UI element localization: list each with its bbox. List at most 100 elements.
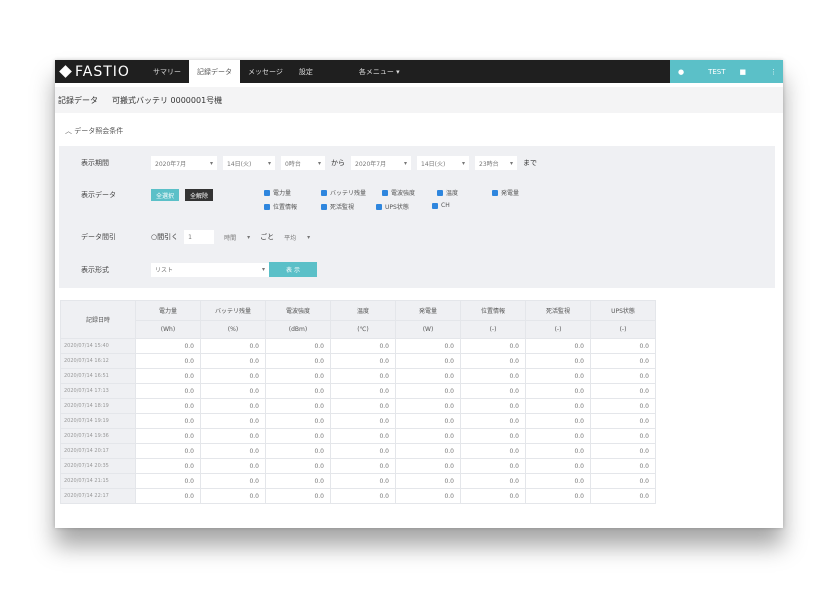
- cell-value: 0.0: [525, 398, 591, 414]
- checkbox-signal[interactable]: 電波強度: [382, 188, 415, 197]
- column-header[interactable]: バッテリ残量: [200, 300, 266, 321]
- interval-unit-select[interactable]: 時間 ▾: [220, 230, 254, 244]
- interval-checkbox[interactable]: ○間引く: [151, 232, 178, 242]
- cell-value: 0.0: [590, 338, 656, 354]
- nav-messages[interactable]: メッセージ: [240, 60, 291, 83]
- checkbox-temp[interactable]: 温度: [437, 188, 458, 197]
- cell-value: 0.0: [395, 338, 461, 354]
- time-header[interactable]: 記録日時: [60, 300, 136, 339]
- page-title: 記録データ 可搬式バッテリ 0000001号機: [55, 87, 783, 113]
- cell-value: 0.0: [525, 473, 591, 489]
- nav-records[interactable]: 記録データ: [189, 60, 240, 83]
- cell-value: 0.0: [525, 458, 591, 474]
- to-month: 2020年7月: [355, 160, 387, 168]
- cell-value: 0.0: [265, 428, 331, 444]
- logo-text: FASTIO: [75, 63, 130, 80]
- cell-value: 0.0: [330, 428, 396, 444]
- user-name[interactable]: TEST: [708, 68, 725, 76]
- logout-icon[interactable]: ■: [740, 68, 747, 76]
- row-time: 2020/07/14 15:40: [60, 338, 136, 354]
- interval-method-select[interactable]: 平均 ▾: [280, 230, 314, 244]
- table-row: 2020/07/14 19:36 0.0 0.0 0.0 0.0 0.0 0.0 0.0 0.0: [60, 428, 656, 444]
- checkbox-location[interactable]: 位置情報: [264, 202, 297, 211]
- checkbox-power[interactable]: 電力量: [264, 188, 291, 197]
- checkbox-ups[interactable]: UPS状態: [376, 202, 409, 211]
- column-header[interactable]: 位置情報: [460, 300, 526, 321]
- row-time: 2020/07/14 16:12: [60, 353, 136, 369]
- logo[interactable]: FASTIO: [55, 60, 145, 83]
- checkbox-alive[interactable]: 死活監視: [321, 202, 354, 211]
- column-unit: (dBm): [265, 320, 331, 339]
- cell-value: 0.0: [330, 458, 396, 474]
- interval-check-label: 間引く: [157, 233, 179, 241]
- table-row: 2020/07/14 19:19 0.0 0.0 0.0 0.0 0.0 0.0 0.0 0.0: [60, 413, 656, 429]
- format-value: リスト: [155, 267, 174, 274]
- column-header[interactable]: UPS状態: [590, 300, 656, 321]
- cell-value: 0.0: [330, 398, 396, 414]
- cell-value: 0.0: [135, 383, 201, 399]
- interval-value-input[interactable]: 1: [184, 230, 215, 244]
- cell-value: 0.0: [330, 413, 396, 429]
- from-day: 14日(火): [227, 160, 252, 168]
- format-select[interactable]: リスト ▾: [151, 262, 269, 277]
- from-day-select[interactable]: 14日(火) ▾: [223, 156, 275, 170]
- cell-value: 0.0: [460, 383, 526, 399]
- checkbox-ch[interactable]: CH: [432, 202, 450, 209]
- from-month-select[interactable]: 2020年7月 ▾: [151, 156, 217, 170]
- checkbox-label: 電力量: [273, 190, 292, 197]
- table-row: 2020/07/14 16:51 0.0 0.0 0.0 0.0 0.0 0.0 0.0 0.0: [60, 368, 656, 384]
- deselect-all-button[interactable]: 全解除: [185, 189, 214, 201]
- to-day-select[interactable]: 14日(火) ▾: [417, 156, 469, 170]
- show-button[interactable]: 表 示: [269, 262, 317, 277]
- cell-value: 0.0: [590, 473, 656, 489]
- cell-value: 0.0: [135, 458, 201, 474]
- cell-value: 0.0: [460, 413, 526, 429]
- table-row: 2020/07/14 16:12 0.0 0.0 0.0 0.0 0.0 0.0 0.0 0.0: [60, 353, 656, 369]
- nav-menu[interactable]: 各メニュー ▾: [351, 60, 408, 83]
- column-unit: (℃): [330, 320, 396, 339]
- to-hour-select[interactable]: 23時台 ▾: [475, 156, 517, 170]
- cell-value: 0.0: [395, 413, 461, 429]
- nav-settings[interactable]: 設定: [291, 60, 321, 83]
- conditions-toggle[interactable]: ︿ データ照会条件: [55, 113, 783, 136]
- from-hour: 0時台: [285, 160, 301, 168]
- cell-value: 0.0: [265, 413, 331, 429]
- from-suffix: から: [331, 159, 345, 167]
- checkbox-label: 位置情報: [273, 204, 298, 211]
- to-month-select[interactable]: 2020年7月 ▾: [351, 156, 411, 170]
- from-hour-select[interactable]: 0時台 ▾: [281, 156, 325, 170]
- column-header[interactable]: 電波強度: [265, 300, 331, 321]
- table-row: 2020/07/14 15:40 0.0 0.0 0.0 0.0 0.0 0.0 0.0 0.0: [60, 338, 656, 354]
- cell-value: 0.0: [395, 443, 461, 459]
- cell-value: 0.0: [525, 338, 591, 354]
- user-icon[interactable]: ●: [678, 68, 684, 76]
- cell-value: 0.0: [525, 353, 591, 369]
- menu-icon[interactable]: ⋮: [770, 68, 777, 76]
- column-unit: (-): [590, 320, 656, 339]
- cell-value: 0.0: [265, 368, 331, 384]
- cell-value: 0.0: [200, 473, 266, 489]
- cell-value: 0.0: [330, 368, 396, 384]
- device-title: 可搬式バッテリ 0000001号機: [112, 95, 223, 105]
- checkbox-battery[interactable]: バッテリ残量: [321, 188, 366, 197]
- app-window: FASTIO サマリー 記録データ メッセージ 設定 各メニュー ▾ ● TES…: [55, 60, 783, 528]
- cell-value: 0.0: [135, 488, 201, 504]
- cell-value: 0.0: [200, 383, 266, 399]
- cell-value: 0.0: [460, 488, 526, 504]
- column-header[interactable]: 死活監視: [525, 300, 591, 321]
- checkbox-label: 発電量: [501, 190, 520, 197]
- cell-value: 0.0: [525, 443, 591, 459]
- column-header[interactable]: 発電量: [395, 300, 461, 321]
- cell-value: 0.0: [135, 398, 201, 414]
- column-header[interactable]: 温度: [330, 300, 396, 321]
- cell-value: 0.0: [200, 413, 266, 429]
- cell-value: 0.0: [590, 383, 656, 399]
- checkbox-generation[interactable]: 発電量: [492, 188, 519, 197]
- nav-summary[interactable]: サマリー: [145, 60, 189, 83]
- period-label: 表示期間: [81, 159, 109, 167]
- select-all-button[interactable]: 全選択: [151, 189, 180, 201]
- records-table: 記録日時 電力量 バッテリ残量 電波強度 温度 発電量 位置情報 死活監視 UPS状態 (Wh)(…: [60, 300, 656, 504]
- cell-value: 0.0: [200, 428, 266, 444]
- column-header[interactable]: 電力量: [135, 300, 201, 321]
- format-label: 表示形式: [81, 265, 109, 274]
